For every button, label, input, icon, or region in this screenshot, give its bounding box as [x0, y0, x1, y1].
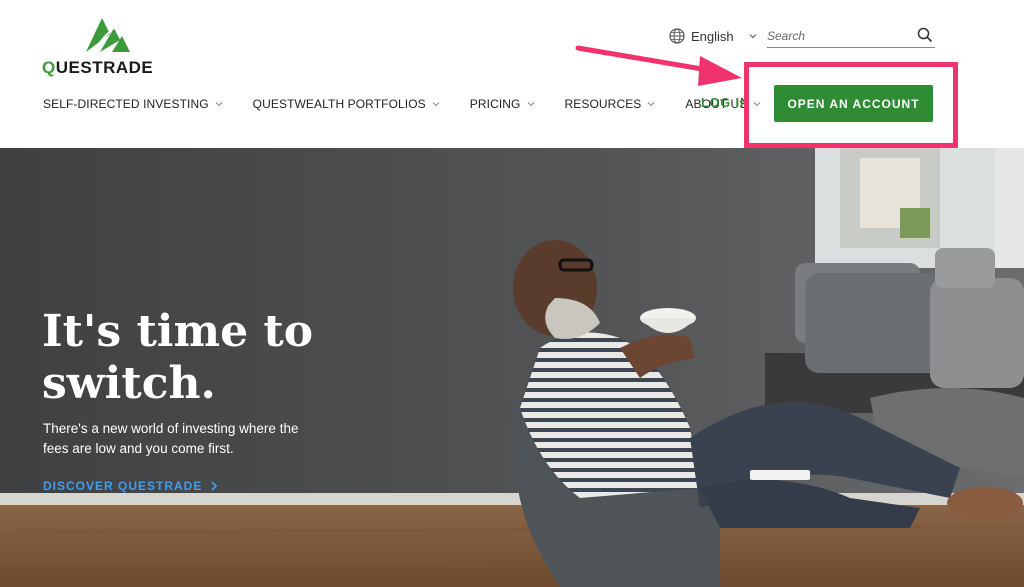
nav-label: QUESTWEALTH PORTFOLIOS — [252, 97, 426, 111]
hero-section: It's time to switch. There's a new world… — [0, 148, 1024, 587]
caret-down-icon — [648, 102, 655, 107]
main-nav: SELF-DIRECTED INVESTING QUESTWEALTH PORT… — [43, 96, 791, 112]
search-input[interactable] — [767, 26, 907, 46]
annotation-arrow-icon — [575, 45, 742, 86]
search-box — [767, 26, 935, 48]
nav-self-directed-investing[interactable]: SELF-DIRECTED INVESTING — [43, 97, 223, 111]
nav-label: PRICING — [469, 97, 521, 111]
discover-questrade-link[interactable]: DISCOVER QUESTRADE — [43, 479, 218, 493]
annotation-highlight-box — [744, 62, 958, 148]
login-link[interactable]: LOG IN — [701, 96, 750, 110]
logo-wordmark: QUESTRADE — [42, 58, 154, 77]
caret-down-icon — [527, 102, 534, 107]
hero-title: It's time to switch. — [42, 306, 314, 409]
caret-down-icon — [215, 102, 223, 107]
nav-resources[interactable]: RESOURCES — [565, 97, 656, 111]
chevron-right-icon — [211, 481, 218, 491]
nav-pricing[interactable]: PRICING — [470, 97, 535, 111]
caret-down-icon — [432, 102, 440, 107]
search-icon[interactable] — [917, 27, 933, 43]
logo-icon — [86, 18, 130, 52]
hero-link-label: DISCOVER QUESTRADE — [43, 479, 203, 493]
questrade-logo[interactable]: QUESTRADE — [42, 14, 182, 78]
nav-label: RESOURCES — [564, 97, 642, 111]
hero-subtitle: There's a new world of investing where t… — [43, 421, 299, 456]
nav-questwealth-portfolios[interactable]: QUESTWEALTH PORTFOLIOS — [253, 97, 440, 111]
nav-label: SELF-DIRECTED INVESTING — [43, 97, 209, 111]
